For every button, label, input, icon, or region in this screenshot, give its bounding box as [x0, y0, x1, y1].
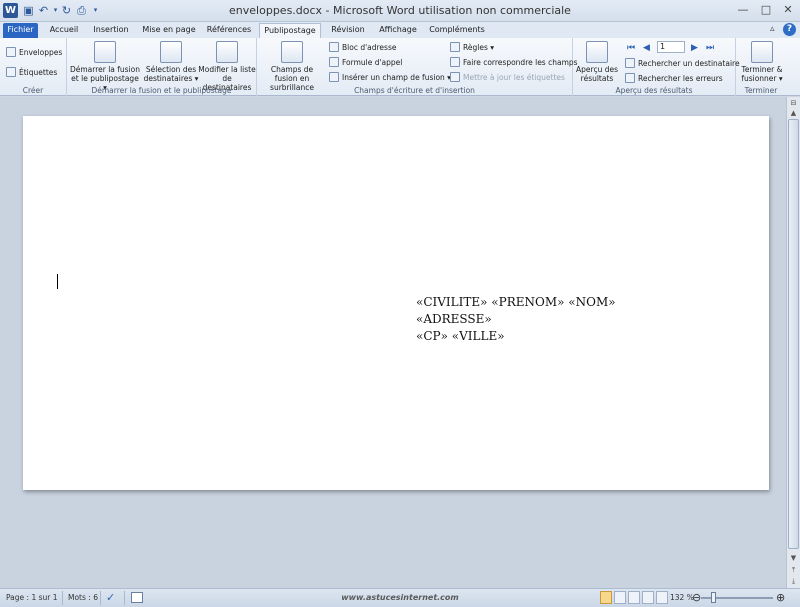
tab-accueil[interactable]: Accueil — [44, 23, 84, 38]
formule-appel-button[interactable]: Formule d'appel — [329, 57, 402, 67]
window-title: enveloppes.docx - Microsoft Word utilisa… — [229, 4, 571, 17]
highlight-fields-icon — [281, 41, 303, 63]
page-count[interactable]: Page : 1 sur 1 — [6, 593, 58, 602]
zoom-out-icon[interactable]: ⊖ — [692, 591, 701, 604]
full-screen-reading-icon[interactable] — [614, 591, 626, 604]
record-number-input[interactable]: 1 — [657, 41, 685, 53]
tab-revision[interactable]: Révision — [328, 23, 368, 38]
minimize-button[interactable]: — — [733, 2, 753, 18]
status-divider — [124, 591, 125, 605]
outline-view-icon[interactable] — [642, 591, 654, 604]
document-page[interactable]: «CIVILITE» «PRENOM» «NOM» «ADRESSE» «CP»… — [23, 116, 769, 490]
help-icon[interactable]: ? — [783, 23, 796, 36]
terminer-fusionner-button[interactable]: Terminer & fusionner ▾ — [738, 41, 786, 83]
champs-surbrillance-button[interactable]: Champs de fusion en surbrillance — [259, 41, 325, 92]
insert-field-icon — [329, 72, 339, 82]
tab-references[interactable]: Références — [203, 23, 255, 38]
address-line-city[interactable]: «CP» «VILLE» — [416, 328, 616, 345]
group-demarrer-fusion: Démarrer la fusion et le publipostage ▾ … — [67, 38, 257, 96]
regles-button[interactable]: Règles ▾ — [450, 42, 494, 52]
group-label-creer: Créer — [22, 86, 44, 95]
zoom-slider-thumb[interactable] — [711, 592, 716, 603]
apercu-resultats-button[interactable]: Aperçu des résultats — [575, 41, 619, 83]
scroll-up-icon[interactable]: ▲ — [787, 107, 800, 119]
ribbon-tabs: Fichier Accueil Insertion Mise en page R… — [0, 22, 800, 38]
address-block-icon — [329, 42, 339, 52]
start-merge-icon — [94, 41, 116, 63]
greeting-line-icon — [329, 57, 339, 67]
etiquettes-button[interactable]: Étiquettes — [6, 67, 57, 77]
text-cursor — [57, 274, 58, 289]
check-errors-icon — [625, 73, 635, 83]
group-label-champs: Champs d'écriture et d'insertion — [354, 86, 475, 95]
close-button[interactable]: ✕ — [778, 2, 798, 18]
tab-affichage[interactable]: Affichage — [375, 23, 421, 38]
status-divider — [62, 591, 63, 605]
title-bar: W ▣ ↶ ▾ ↻ ⎙ ▾ enveloppes.docx - Microsof… — [0, 0, 800, 22]
tab-publipostage[interactable]: Publipostage — [259, 23, 321, 38]
match-fields-icon — [450, 57, 460, 67]
print-layout-view-icon[interactable] — [600, 591, 612, 604]
ribbon: Enveloppes Étiquettes Créer Démarrer la … — [0, 38, 800, 96]
preview-results-icon — [586, 41, 608, 63]
draft-view-icon[interactable] — [656, 591, 668, 604]
first-record-icon[interactable]: ⏮ — [627, 43, 635, 53]
select-recipients-icon — [160, 41, 182, 63]
zoom-level[interactable]: 132 % — [670, 593, 694, 602]
update-labels-icon — [450, 72, 460, 82]
group-label-terminer: Terminer — [744, 86, 778, 95]
group-apercu-resultats: Aperçu des résultats ⏮ ◀ 1 ▶ ⏭ Recherche… — [573, 38, 740, 96]
finish-merge-icon — [751, 41, 773, 63]
word-count[interactable]: Mots : 6 — [68, 593, 98, 602]
find-recipient-icon — [625, 58, 635, 68]
vertical-scrollbar[interactable]: ⊟ ▲ ▼ ⤒ ⤓ — [786, 97, 800, 588]
enveloppes-button[interactable]: Enveloppes — [6, 47, 62, 57]
bloc-adresse-button[interactable]: Bloc d'adresse — [329, 42, 396, 52]
address-block[interactable]: «CIVILITE» «PRENOM» «NOM» «ADRESSE» «CP»… — [416, 294, 616, 345]
selection-destinataires-button[interactable]: Sélection des destinataires ▾ — [143, 41, 199, 83]
labels-icon — [6, 67, 16, 77]
modifier-liste-button[interactable]: Modifier la liste de destinataires — [197, 41, 257, 92]
rechercher-destinataire-button[interactable]: Rechercher un destinataire — [625, 58, 740, 68]
next-record-icon[interactable]: ▶ — [691, 43, 698, 53]
group-creer: Enveloppes Étiquettes Créer — [0, 38, 67, 96]
previous-record-icon[interactable]: ◀ — [643, 43, 650, 53]
rechercher-erreurs-button[interactable]: Rechercher les erreurs — [625, 73, 723, 83]
ribbon-minimize-icon[interactable]: ▵ — [770, 24, 775, 34]
proofing-icon[interactable]: ✓ — [106, 591, 115, 604]
document-area[interactable]: «CIVILITE» «PRENOM» «NOM» «ADRESSE» «CP»… — [0, 97, 786, 588]
rules-icon — [450, 42, 460, 52]
tab-mise-en-page[interactable]: Mise en page — [140, 23, 198, 38]
group-terminer: Terminer & fusionner ▾ Terminer — [736, 38, 786, 96]
scroll-thumb[interactable] — [788, 119, 799, 549]
envelope-icon — [6, 47, 16, 57]
scroll-down-icon[interactable]: ▼ — [787, 552, 800, 564]
next-page-icon[interactable]: ⤓ — [787, 575, 800, 587]
web-layout-icon[interactable] — [628, 591, 640, 604]
tab-insertion[interactable]: Insertion — [89, 23, 133, 38]
inserer-champ-button[interactable]: Insérer un champ de fusion ▾ — [329, 72, 451, 82]
edit-list-icon — [216, 41, 238, 63]
zoom-in-icon[interactable]: ⊕ — [776, 591, 785, 604]
group-label-apercu: Aperçu des résultats — [615, 86, 693, 95]
faire-correspondre-button[interactable]: Faire correspondre les champs — [450, 57, 578, 67]
demarrer-fusion-button[interactable]: Démarrer la fusion et le publipostage ▾ — [69, 41, 141, 92]
group-champs-ecriture: Champs de fusion en surbrillance Bloc d'… — [257, 38, 578, 96]
tab-complements[interactable]: Compléments — [427, 23, 487, 38]
macro-recording-icon[interactable] — [131, 592, 143, 603]
mettre-a-jour-button[interactable]: Mettre à jour les étiquettes — [450, 72, 565, 82]
maximize-button[interactable]: □ — [756, 2, 776, 18]
tab-fichier[interactable]: Fichier — [3, 23, 38, 38]
address-line-name[interactable]: «CIVILITE» «PRENOM» «NOM» — [416, 294, 616, 311]
status-bar: Page : 1 sur 1 Mots : 6 ✓ www.astucesint… — [0, 588, 800, 607]
last-record-icon[interactable]: ⏭ — [706, 43, 714, 53]
status-divider — [100, 591, 101, 605]
group-label-demarrer: Démarrer la fusion et le publipostage — [91, 86, 232, 95]
address-line-street[interactable]: «ADRESSE» — [416, 311, 616, 328]
